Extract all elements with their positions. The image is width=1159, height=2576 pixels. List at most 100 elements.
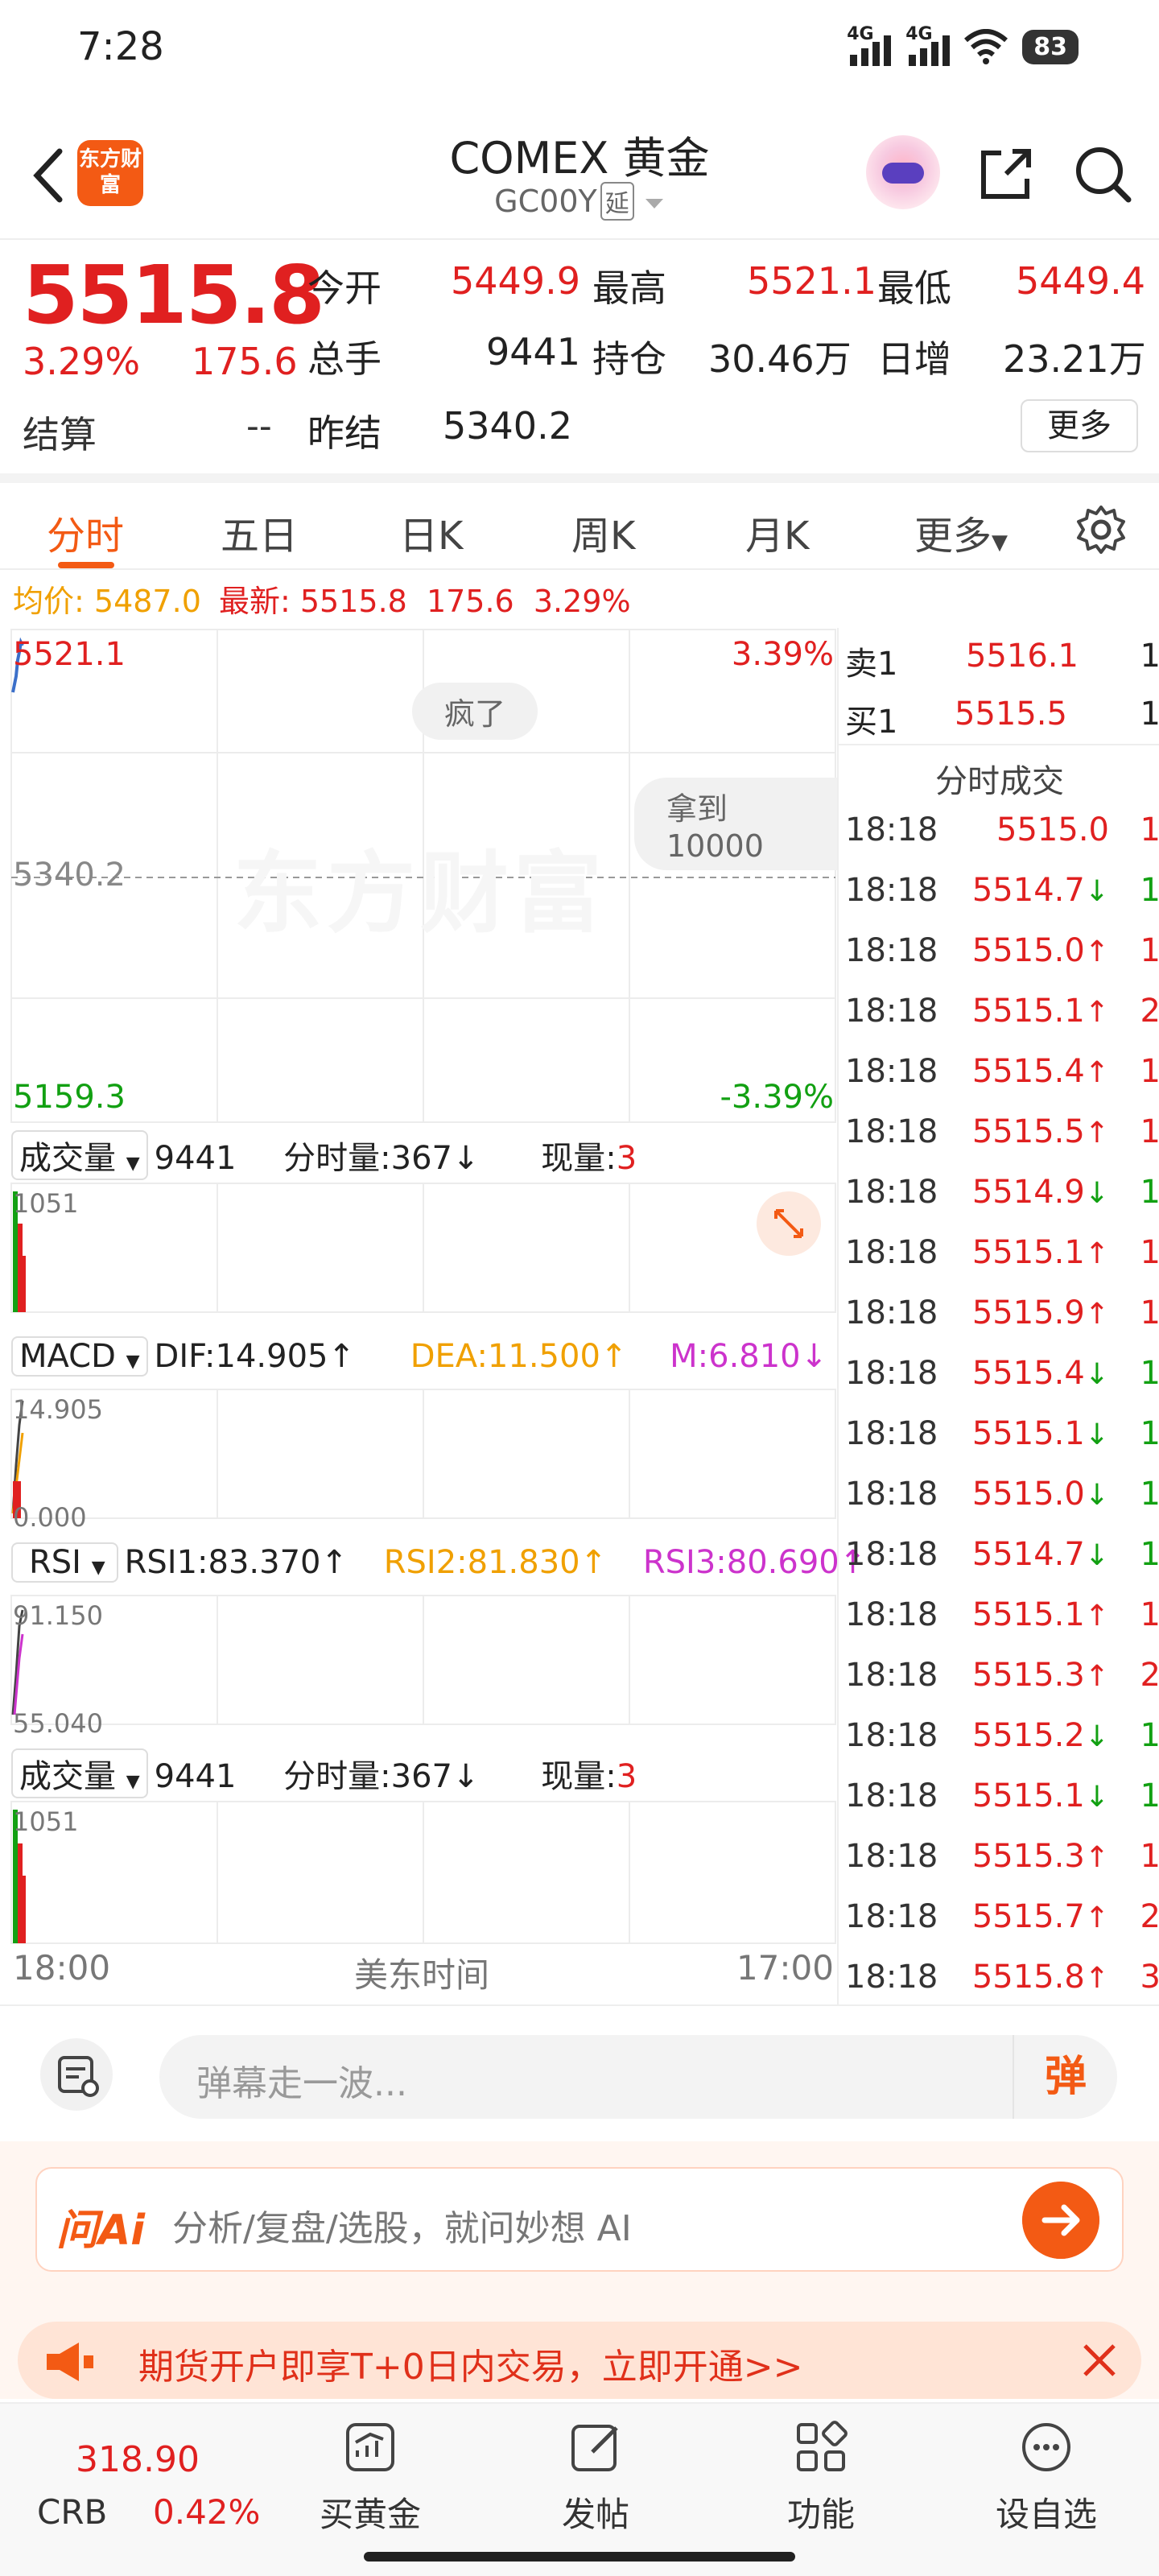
macd-min: 0.000	[13, 1502, 87, 1533]
arrow-right-icon[interactable]	[1022, 2182, 1099, 2259]
trade-direction-icon: ↑	[1084, 1056, 1109, 1089]
oi-label: 持仓	[592, 337, 666, 381]
share-icon[interactable]	[974, 142, 1038, 206]
trade-time: 18:18	[845, 1536, 938, 1573]
rsi1: RSI1:83.370↑	[124, 1544, 349, 1581]
rsi-max: 91.150	[13, 1600, 103, 1631]
trade-ticker-panel[interactable]: 卖1 5516.1 1 买1 5515.5 1 分时成交 18:18 5515.0…	[837, 628, 1159, 2004]
promo-link[interactable]: 期货开户即享T+0日内交易，立即开通>>	[18, 2322, 1141, 2399]
close-icon[interactable]	[1077, 2338, 1122, 2383]
trade-price: 5515.4↑	[972, 1053, 1109, 1090]
rsi-min: 55.040	[13, 1708, 103, 1739]
trade-direction-icon: ↑	[1084, 1841, 1109, 1874]
trade-price: 5515.1↓	[972, 1415, 1109, 1452]
trade-price: 5515.3↑	[972, 1657, 1109, 1694]
current-volume-label: 现量:	[541, 1758, 617, 1795]
trade-volume: 3	[1140, 1959, 1159, 1996]
high-label: 最高	[592, 266, 666, 310]
nav-add-watchlist[interactable]: 设自选	[966, 2415, 1127, 2537]
home-indicator[interactable]	[364, 2552, 795, 2562]
trade-row: 18:18 5515.0↑ 1	[845, 921, 1159, 981]
nav-buy-gold[interactable]: 买黄金	[290, 2415, 451, 2537]
caret-down-icon: ▼	[91, 1558, 105, 1578]
trade-price-value: 5515.1	[971, 1777, 1085, 1814]
trade-time: 18:18	[845, 1113, 938, 1150]
gear-icon[interactable]	[1075, 504, 1127, 555]
macd-indicator-header: MACD ▼ DIF:14.905↑ DEA:11.500↑ M:6.810↓	[11, 1336, 827, 1377]
chart-bottom-price: 5159.3	[13, 1079, 126, 1116]
tab-monthly-k[interactable]: 月K	[745, 504, 809, 560]
current-volume-label: 现量:	[541, 1140, 617, 1177]
nav-functions[interactable]: 功能	[740, 2415, 901, 2537]
trade-time: 18:18	[845, 1415, 938, 1452]
trade-volume: 1	[1140, 1777, 1159, 1814]
tab-five-day[interactable]: 五日	[221, 504, 298, 560]
indicator-selector[interactable]: RSI ▼	[11, 1542, 118, 1583]
x-axis-start: 18:00	[13, 1948, 111, 1988]
tab-weekly-k[interactable]: 周K	[571, 504, 635, 560]
tab-intraday[interactable]: 分时	[47, 504, 124, 560]
trade-price: 5515.0	[996, 811, 1109, 848]
settle-value: --	[246, 406, 272, 447]
trade-row: 18:18 5515.1↑ 1	[845, 1223, 1159, 1283]
trade-direction-icon: ↑	[1084, 1298, 1109, 1331]
nav-post[interactable]: 发帖	[515, 2415, 676, 2537]
indicator-name: 成交量	[19, 1758, 116, 1795]
caret-down-icon: ▼	[126, 1352, 140, 1372]
indicator-selector[interactable]: 成交量 ▼	[11, 1130, 148, 1180]
promo-banner: 期货开户即享T+0日内交易，立即开通>>	[0, 2286, 1159, 2399]
tab-more[interactable]: 更多▼	[914, 504, 1008, 560]
trade-row: 18:18 5515.0 1	[845, 800, 1159, 861]
contract-code: GC00Y	[494, 184, 597, 219]
tab-daily-k[interactable]: 日K	[399, 504, 463, 560]
trade-price: 5515.1↓	[972, 1777, 1109, 1814]
danmu-toggle-icon[interactable]: 弹	[1013, 2035, 1117, 2119]
watermark: 东方财富	[233, 842, 607, 945]
status-bar: 7:28 4G 4G 83	[0, 0, 1159, 105]
trade-price-value: 5514.7	[971, 1536, 1085, 1573]
search-icon[interactable]	[1070, 142, 1135, 206]
trade-price-value: 5514.9	[971, 1174, 1085, 1211]
rsi-indicator-header: RSI ▼ RSI1:83.370↑ RSI2:81.830↑ RSI3:80.6…	[11, 1542, 866, 1583]
danmu-bubble: 疯了	[412, 683, 538, 740]
volume-value: 9441	[486, 330, 581, 374]
expand-icon[interactable]	[757, 1191, 821, 1256]
change-percent: 3.29%	[23, 340, 141, 383]
danmu-input[interactable]: 弹幕走一波... 弹	[159, 2035, 1117, 2119]
trade-price: 5515.1↑	[972, 1596, 1109, 1633]
trade-time: 18:18	[845, 1053, 938, 1090]
current-volume: 3	[616, 1758, 637, 1795]
trade-price-value: 5515.2	[971, 1717, 1085, 1754]
trade-direction-icon: ↑	[1084, 1901, 1109, 1934]
trade-price: 5514.7↓	[972, 872, 1109, 909]
trade-direction-icon: ↑	[1084, 935, 1109, 968]
trade-price: 5515.8↑	[972, 1959, 1109, 1996]
current-volume: 3	[616, 1140, 637, 1177]
trade-direction-icon: ↓	[1084, 1418, 1109, 1451]
note-icon[interactable]	[40, 2038, 113, 2111]
trade-price-value: 5515.1	[971, 1234, 1085, 1271]
trade-time: 18:18	[845, 1355, 938, 1392]
trade-direction-icon: ↓	[1084, 1358, 1109, 1391]
crb-value: 318.90	[76, 2439, 200, 2480]
trade-time: 18:18	[845, 1717, 938, 1754]
trade-row: 18:18 5515.2↓ 1	[845, 1706, 1159, 1766]
trade-volume: 1	[1140, 1838, 1159, 1875]
trade-price-value: 5515.3	[971, 1657, 1085, 1694]
trade-price-value: 5515.4	[971, 1053, 1085, 1090]
indicator-name: RSI	[29, 1544, 81, 1581]
caret-down-icon: ▼	[126, 1154, 140, 1174]
indicator-selector[interactable]: 成交量 ▼	[11, 1748, 148, 1798]
trade-volume: 2	[1140, 1657, 1159, 1694]
trade-time: 18:18	[845, 811, 938, 848]
trade-price-value: 5515.9	[971, 1294, 1085, 1331]
ai-ask-input[interactable]: 问Ai 分析/复盘/选股，就问妙想 AI	[35, 2167, 1124, 2272]
intraday-chart[interactable]: 东方财富 5521.1 3.39% 5340.2 5159.3 -3.39% 疯…	[0, 628, 866, 1996]
trade-volume: 1	[1140, 1053, 1159, 1090]
crb-percent: 0.42%	[153, 2492, 261, 2532]
indicator-selector[interactable]: MACD ▼	[11, 1336, 148, 1377]
more-quote-button[interactable]: 更多	[1021, 399, 1138, 452]
ai-assistant-icon[interactable]	[866, 135, 940, 209]
quote-panel: 5515.8 3.29% 175.6 结算 -- 今开 5449.9 最高 55…	[0, 238, 1159, 472]
trade-volume: 1	[1140, 1596, 1159, 1633]
